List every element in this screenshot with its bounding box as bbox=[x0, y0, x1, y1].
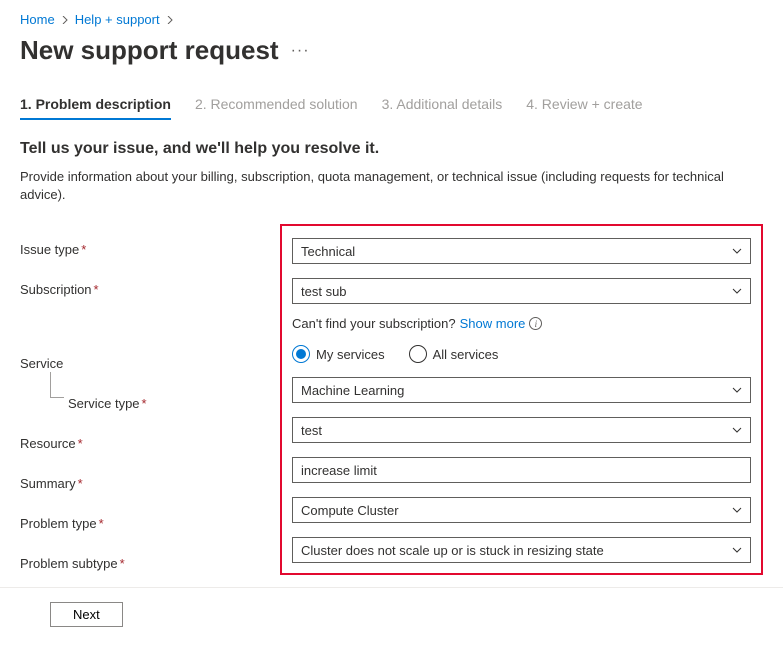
service-type-select[interactable]: Machine Learning bbox=[292, 377, 751, 403]
chevron-right-icon bbox=[61, 12, 69, 27]
subscription-helper: Can't find your subscription? Show more … bbox=[292, 316, 751, 331]
label-subscription: Subscription* bbox=[20, 276, 280, 302]
tab-review-create[interactable]: 4. Review + create bbox=[526, 96, 642, 120]
form-controls-area: Technical test sub Can't find your subsc… bbox=[280, 224, 763, 575]
subscription-select[interactable]: test sub bbox=[292, 278, 751, 304]
form-labels-column: Issue type* Subscription* Service Servic… bbox=[20, 224, 280, 590]
summary-value: increase limit bbox=[301, 463, 377, 478]
info-icon[interactable]: i bbox=[529, 317, 542, 330]
chevron-down-icon bbox=[732, 246, 742, 256]
radio-my-services-label: My services bbox=[316, 347, 385, 362]
resource-select[interactable]: test bbox=[292, 417, 751, 443]
problem-type-select[interactable]: Compute Cluster bbox=[292, 497, 751, 523]
form: Issue type* Subscription* Service Servic… bbox=[20, 224, 763, 575]
next-button[interactable]: Next bbox=[50, 602, 123, 627]
resource-value: test bbox=[301, 423, 322, 438]
service-type-value: Machine Learning bbox=[301, 383, 404, 398]
problem-subtype-select[interactable]: Cluster does not scale up or is stuck in… bbox=[292, 537, 751, 563]
tab-problem-description[interactable]: 1. Problem description bbox=[20, 96, 171, 120]
tab-recommended-solution[interactable]: 2. Recommended solution bbox=[195, 96, 358, 120]
chevron-down-icon bbox=[732, 286, 742, 296]
label-problem-subtype: Problem subtype* bbox=[20, 550, 280, 576]
spacer bbox=[20, 316, 280, 336]
problem-subtype-value: Cluster does not scale up or is stuck in… bbox=[301, 543, 604, 558]
chevron-down-icon bbox=[732, 505, 742, 515]
page-title: New support request bbox=[20, 35, 279, 66]
radio-all-services-label: All services bbox=[433, 347, 499, 362]
label-summary: Summary* bbox=[20, 470, 280, 496]
tree-line-icon bbox=[50, 372, 64, 398]
chevron-down-icon bbox=[732, 385, 742, 395]
page-title-row: New support request ··· bbox=[20, 35, 763, 66]
chevron-down-icon bbox=[732, 425, 742, 435]
service-scope-radios: My services All services bbox=[292, 345, 751, 363]
issue-type-select[interactable]: Technical bbox=[292, 238, 751, 264]
breadcrumb-help-support[interactable]: Help + support bbox=[75, 12, 160, 27]
subscription-value: test sub bbox=[301, 284, 347, 299]
wizard-tabs: 1. Problem description 2. Recommended so… bbox=[20, 96, 763, 120]
chevron-down-icon bbox=[732, 545, 742, 555]
helper-text: Can't find your subscription? bbox=[292, 316, 456, 331]
chevron-right-icon bbox=[166, 12, 174, 27]
section-heading: Tell us your issue, and we'll help you r… bbox=[20, 140, 763, 158]
label-resource: Resource* bbox=[20, 430, 280, 456]
summary-input[interactable]: increase limit bbox=[292, 457, 751, 483]
show-more-link[interactable]: Show more bbox=[460, 316, 526, 331]
breadcrumb: Home Help + support bbox=[20, 12, 763, 27]
tab-additional-details[interactable]: 3. Additional details bbox=[382, 96, 503, 120]
radio-all-services[interactable]: All services bbox=[409, 345, 499, 363]
radio-my-services[interactable]: My services bbox=[292, 345, 385, 363]
radio-unchecked-icon bbox=[409, 345, 427, 363]
more-menu-icon[interactable]: ··· bbox=[291, 42, 310, 60]
breadcrumb-home[interactable]: Home bbox=[20, 12, 55, 27]
label-problem-type: Problem type* bbox=[20, 510, 280, 536]
label-issue-type: Issue type* bbox=[20, 236, 280, 262]
section-description: Provide information about your billing, … bbox=[20, 168, 763, 204]
issue-type-value: Technical bbox=[301, 244, 355, 259]
problem-type-value: Compute Cluster bbox=[301, 503, 399, 518]
radio-checked-icon bbox=[292, 345, 310, 363]
label-service-type: Service type* bbox=[20, 390, 280, 416]
